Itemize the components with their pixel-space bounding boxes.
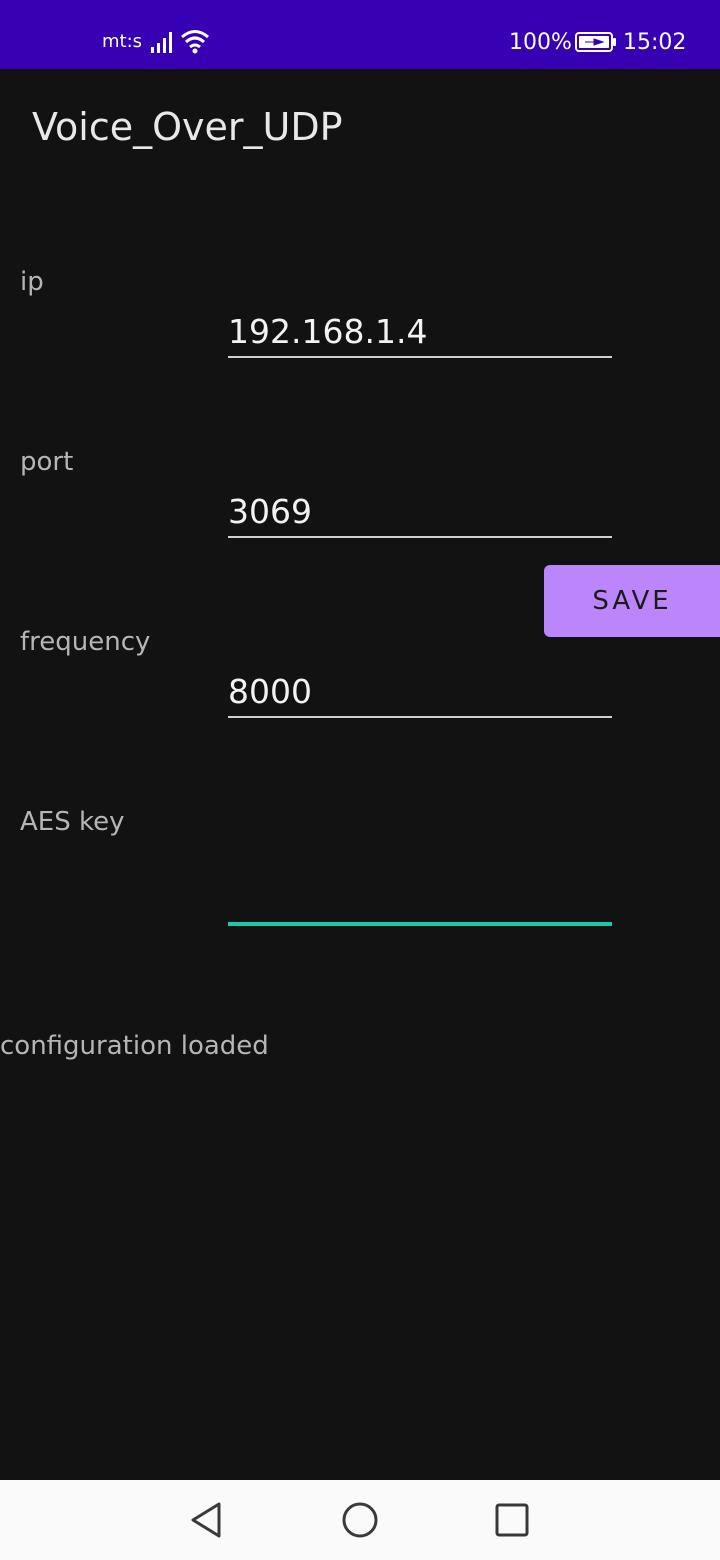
frequency-input[interactable]: [228, 666, 612, 718]
home-icon: [342, 1502, 378, 1538]
battery-percentage: 100%: [509, 30, 572, 55]
ip-label: ip: [20, 267, 44, 297]
status-message: configuration loaded: [0, 1031, 269, 1061]
port-label: port: [20, 447, 74, 477]
battery-charging-icon: [575, 32, 616, 52]
back-button[interactable]: [182, 1498, 230, 1542]
wifi-icon: [181, 30, 209, 54]
save-button[interactable]: SAVE: [544, 565, 720, 637]
signal-icon: [151, 32, 172, 53]
clock: 15:02: [623, 30, 687, 55]
recents-icon: [495, 1503, 529, 1537]
back-icon: [191, 1502, 221, 1538]
aes-key-input[interactable]: [228, 872, 612, 926]
home-button[interactable]: [336, 1498, 384, 1542]
aes-key-label: AES key: [20, 807, 125, 837]
navigation-bar: [0, 1480, 720, 1560]
ip-input[interactable]: [228, 306, 612, 358]
status-bar: mt:s 100% 15:02: [0, 0, 720, 69]
frequency-label: frequency: [20, 627, 151, 657]
carrier-label: mt:s: [102, 31, 143, 52]
recents-button[interactable]: [488, 1498, 536, 1542]
port-input[interactable]: [228, 486, 612, 538]
app-title: Voice_Over_UDP: [32, 105, 343, 149]
